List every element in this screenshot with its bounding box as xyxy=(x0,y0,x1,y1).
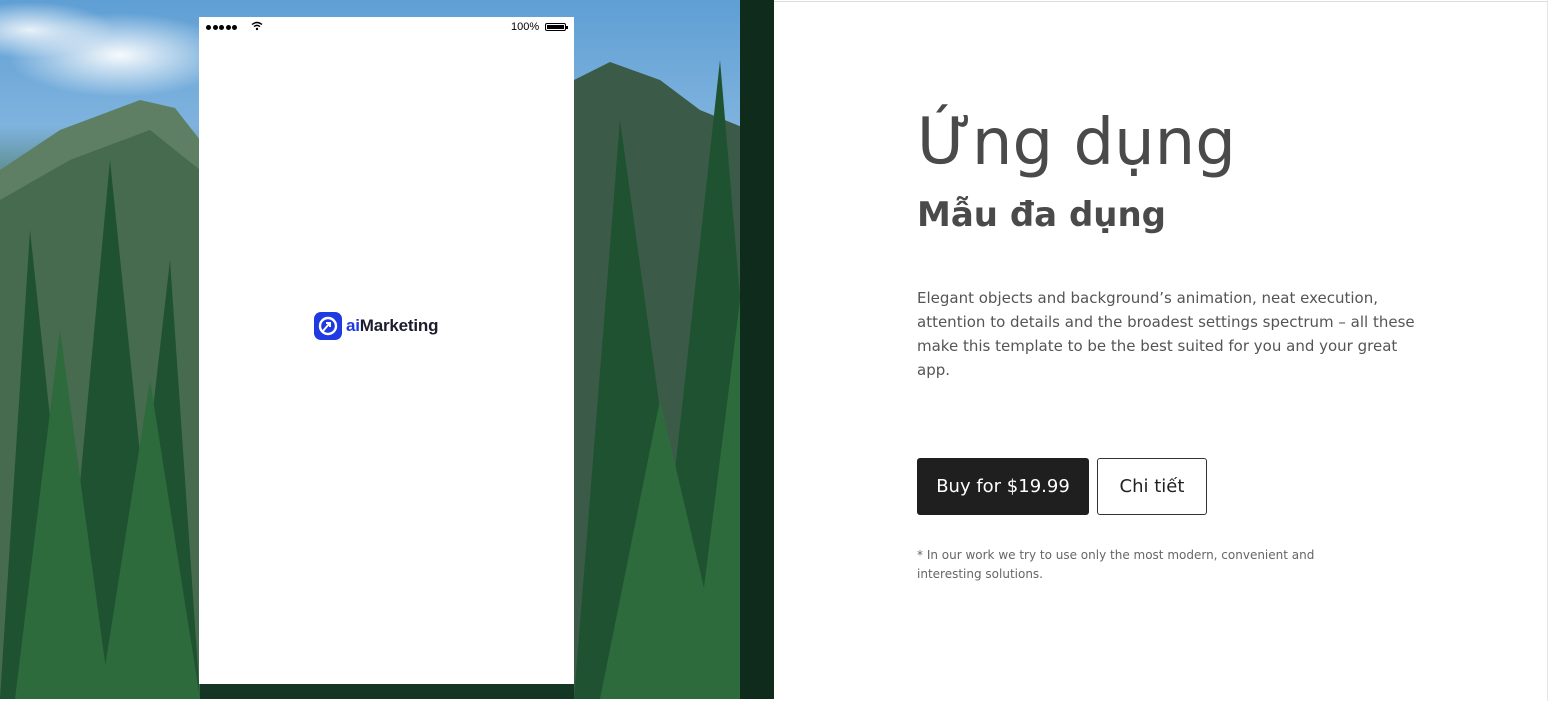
battery-percentage: 100% xyxy=(511,21,540,33)
logo-wordmark: aiMarketing xyxy=(346,316,439,335)
status-bar: 100% xyxy=(199,17,574,39)
buy-button[interactable]: Buy for $19.99 xyxy=(917,458,1089,515)
page-title: Ứng dụng xyxy=(917,106,1236,180)
page-subtitle: Mẫu đa dụng xyxy=(917,195,1167,235)
battery-full-icon xyxy=(545,23,568,31)
phone-mockup: 100% aiMarketing xyxy=(199,17,574,684)
top-divider xyxy=(774,1,1548,2)
details-button[interactable]: Chi tiết xyxy=(1097,458,1207,515)
signal-dots-icon xyxy=(206,25,237,30)
wifi-icon xyxy=(251,21,263,31)
product-description: Elegant objects and background’s animati… xyxy=(917,289,1415,379)
app-logo: aiMarketing xyxy=(314,312,438,340)
aimarketing-logo-icon xyxy=(314,312,342,340)
footnote: * In our work we try to use only the mos… xyxy=(917,548,1315,581)
